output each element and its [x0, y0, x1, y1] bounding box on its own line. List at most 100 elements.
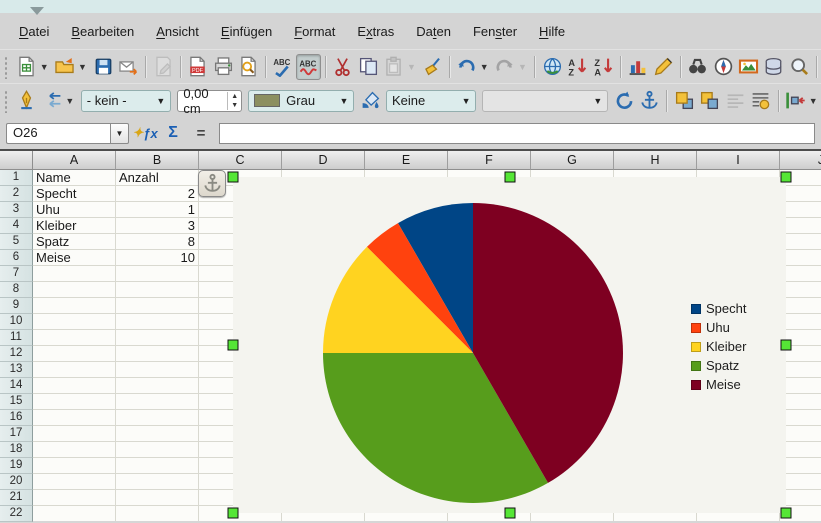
cell-A3[interactable]: Uhu [36, 202, 60, 217]
cell-B1[interactable]: Anzahl [119, 170, 159, 185]
save-icon[interactable] [90, 54, 115, 80]
cell-B3[interactable]: 1 [116, 202, 195, 217]
cut-icon[interactable] [330, 54, 355, 80]
column-header-C[interactable]: C [199, 151, 282, 170]
row-header-21[interactable]: 21 [0, 490, 33, 506]
navigator-icon[interactable] [710, 54, 735, 80]
column-header-F[interactable]: F [448, 151, 531, 170]
menu-format[interactable]: Format [283, 20, 346, 43]
undo-icon[interactable] [454, 54, 479, 80]
row-header-9[interactable]: 9 [0, 298, 33, 314]
cell-B6[interactable]: 10 [116, 250, 195, 265]
cell-A1[interactable]: Name [36, 170, 71, 185]
menu-extras[interactable]: Extras [346, 20, 405, 43]
insert-chart-icon[interactable] [625, 54, 650, 80]
row-header-20[interactable]: 20 [0, 474, 33, 490]
spelling-icon[interactable]: ABC [270, 54, 295, 80]
undo-dropdown-icon[interactable]: ▼ [479, 62, 489, 72]
selection-handle[interactable] [781, 340, 792, 351]
row-header-6[interactable]: 6 [0, 250, 33, 266]
cell-reference-input[interactable]: O26 [6, 123, 110, 144]
selection-handle[interactable] [228, 508, 239, 519]
name-box-dropdown-icon[interactable]: ▼ [110, 123, 129, 144]
send-to-back-icon[interactable] [697, 88, 723, 114]
area-fill-select[interactable]: ▼ [482, 90, 608, 112]
row-header-13[interactable]: 13 [0, 362, 33, 378]
rotate-icon[interactable] [611, 88, 637, 114]
cell-B4[interactable]: 3 [116, 218, 195, 233]
row-header-10[interactable]: 10 [0, 314, 33, 330]
email-icon[interactable] [116, 54, 141, 80]
selection-handle[interactable] [228, 172, 239, 183]
gallery-icon[interactable] [736, 54, 761, 80]
menu-daten[interactable]: Daten [405, 20, 462, 43]
open-dropdown-icon[interactable]: ▼ [78, 62, 88, 72]
line-color-select[interactable]: Grau▼ [248, 90, 354, 112]
auto-spellcheck-icon[interactable]: ABC [296, 54, 321, 80]
sort-ascending-icon[interactable]: AZ [565, 54, 590, 80]
position-dropdown-icon[interactable]: ▼ [808, 96, 818, 106]
arrow-style-dropdown-icon[interactable]: ▼ [65, 96, 75, 106]
column-header-G[interactable]: G [531, 151, 614, 170]
position-icon[interactable] [783, 88, 809, 114]
row-header-7[interactable]: 7 [0, 266, 33, 282]
menu-fenster[interactable]: Fenster [462, 20, 528, 43]
cell-A6[interactable]: Meise [36, 250, 71, 265]
row-header-22[interactable]: 22 [0, 506, 33, 522]
area-style-select[interactable]: Keine▼ [386, 90, 477, 112]
column-header-I[interactable]: I [697, 151, 780, 170]
row-header-1[interactable]: 1 [0, 170, 33, 186]
cell-B5[interactable]: 8 [116, 234, 195, 249]
row-header-4[interactable]: 4 [0, 218, 33, 234]
function-wizard-icon[interactable]: ✦ƒx [133, 121, 157, 145]
row-header-19[interactable]: 19 [0, 458, 33, 474]
new-document-dropdown-icon[interactable]: ▼ [39, 62, 49, 72]
row-header-12[interactable]: 12 [0, 346, 33, 362]
print-icon[interactable] [210, 54, 235, 80]
sort-descending-icon[interactable]: ZA [590, 54, 615, 80]
selection-handle[interactable] [504, 508, 515, 519]
line-width-spinner[interactable]: 0,00 cm▲▼ [177, 90, 242, 112]
draw-functions-icon[interactable] [650, 54, 675, 80]
cell-A4[interactable]: Kleiber [36, 218, 76, 233]
spinner-arrows-icon[interactable]: ▲▼ [227, 92, 241, 110]
menu-einfgen[interactable]: Einfügen [210, 20, 283, 43]
equals-icon[interactable]: = [189, 121, 213, 145]
bring-to-front-icon[interactable] [671, 88, 697, 114]
column-header-E[interactable]: E [365, 151, 448, 170]
column-header-H[interactable]: H [614, 151, 697, 170]
column-header-B[interactable]: B [116, 151, 199, 170]
menu-datei[interactable]: Datei [8, 20, 60, 43]
hyperlink-icon[interactable] [539, 54, 564, 80]
row-header-3[interactable]: 3 [0, 202, 33, 218]
column-header-A[interactable]: A [33, 151, 116, 170]
cells-grid[interactable]: SpechtUhuKleiberSpatzMeise NameAnzahlSpe… [33, 170, 821, 521]
anchor-icon[interactable] [637, 88, 663, 114]
column-header-J[interactable]: J [780, 151, 821, 170]
clone-formatting-icon[interactable] [419, 54, 444, 80]
row-header-2[interactable]: 2 [0, 186, 33, 202]
row-header-16[interactable]: 16 [0, 410, 33, 426]
line-pen-icon[interactable] [14, 88, 40, 114]
cell-B2[interactable]: 2 [116, 186, 195, 201]
cell-A5[interactable]: Spatz [36, 234, 69, 249]
selection-handle[interactable] [504, 172, 515, 183]
row-header-11[interactable]: 11 [0, 330, 33, 346]
line-style-select[interactable]: - kein -▼ [81, 90, 172, 112]
new-document-icon[interactable] [14, 54, 39, 80]
menu-ansicht[interactable]: Ansicht [145, 20, 210, 43]
cell-A2[interactable]: Specht [36, 186, 76, 201]
anchor-indicator-icon[interactable] [198, 170, 226, 197]
wrap-text-icon[interactable] [748, 88, 774, 114]
sum-icon[interactable]: Σ [161, 121, 185, 145]
row-header-17[interactable]: 17 [0, 426, 33, 442]
chevron-down-icon[interactable] [30, 7, 44, 15]
data-sources-icon[interactable] [761, 54, 786, 80]
area-fill-icon[interactable] [357, 88, 383, 114]
arrow-style-icon[interactable] [39, 88, 65, 114]
export-pdf-icon[interactable]: PDF [185, 54, 210, 80]
zoom-icon[interactable] [787, 54, 812, 80]
print-preview-icon[interactable] [236, 54, 261, 80]
formula-input[interactable] [219, 123, 815, 144]
open-icon[interactable] [52, 54, 77, 80]
